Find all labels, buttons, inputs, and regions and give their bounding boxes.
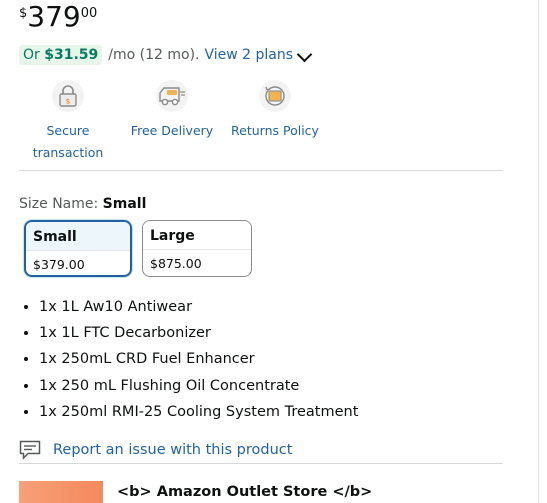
badge-label: Free Delivery bbox=[130, 123, 214, 138]
report-issue-link[interactable]: Report an issue with this product bbox=[19, 440, 292, 460]
price-symbol: $ bbox=[19, 6, 28, 21]
installment-terms: /mo (12 mo). bbox=[108, 47, 200, 63]
size-option-small[interactable]: Small $379.00 bbox=[24, 220, 132, 277]
report-issue-label: Report an issue with this product bbox=[53, 442, 293, 458]
panel-divider bbox=[538, 0, 539, 503]
svg-text:$: $ bbox=[66, 98, 70, 106]
divider bbox=[19, 170, 503, 171]
installment-row: Or $31.59 /mo (12 mo). View 2 plans bbox=[19, 45, 313, 65]
badge-label: Secure transaction bbox=[32, 123, 104, 160]
price-whole: 379 bbox=[27, 0, 81, 33]
price: $ 379 00 bbox=[19, 0, 97, 34]
divider bbox=[19, 463, 503, 464]
list-item: 1x 250ml RMI-25 Cooling System Treatment bbox=[39, 399, 358, 425]
size-option-price: $379.00 bbox=[33, 257, 85, 272]
store-name[interactable]: <b> Amazon Outlet Store </b> bbox=[117, 484, 372, 500]
view-plans-link[interactable]: View 2 plans bbox=[204, 47, 293, 63]
list-item: 1x 1L Aw10 Antiwear bbox=[39, 294, 358, 320]
store-thumbnail bbox=[19, 481, 103, 503]
lock-icon: $ bbox=[52, 80, 84, 112]
badge-returns-policy[interactable]: Returns Policy bbox=[230, 80, 320, 142]
badge-label: Returns Policy bbox=[231, 123, 319, 138]
list-item: 1x 250 mL Flushing Oil Concentrate bbox=[39, 373, 358, 399]
size-name-row: Size Name: Small bbox=[19, 196, 146, 212]
delivery-truck-icon bbox=[156, 80, 188, 112]
returns-icon bbox=[259, 80, 291, 112]
price-fraction: 00 bbox=[80, 6, 98, 21]
badge-free-delivery[interactable]: Free Delivery bbox=[126, 80, 218, 142]
list-item: 1x 1L FTC Decarbonizer bbox=[39, 320, 358, 346]
size-name-selected: Small bbox=[102, 196, 147, 212]
size-option-price: $875.00 bbox=[150, 256, 202, 271]
store-row[interactable]: <b> Amazon Outlet Store </b> bbox=[19, 481, 372, 503]
size-option-name: Small bbox=[26, 222, 130, 251]
list-item: 1x 250mL CRD Fuel Enhancer bbox=[39, 346, 358, 372]
report-speech-bubble-icon bbox=[19, 440, 41, 460]
installment-badge: Or $31.59 bbox=[19, 45, 103, 65]
size-option-name: Large bbox=[143, 221, 251, 250]
badge-secure-transaction[interactable]: $ Secure transaction bbox=[24, 80, 112, 164]
installment-prefix: Or bbox=[23, 47, 45, 63]
size-option-large[interactable]: Large $875.00 bbox=[142, 220, 252, 277]
chevron-down-icon[interactable] bbox=[296, 46, 313, 62]
installment-amount: $31.59 bbox=[44, 47, 99, 63]
feature-bullets: 1x 1L Aw10 Antiwear 1x 1L FTC Decarboniz… bbox=[19, 294, 358, 425]
size-name-label: Size Name: bbox=[19, 196, 99, 212]
